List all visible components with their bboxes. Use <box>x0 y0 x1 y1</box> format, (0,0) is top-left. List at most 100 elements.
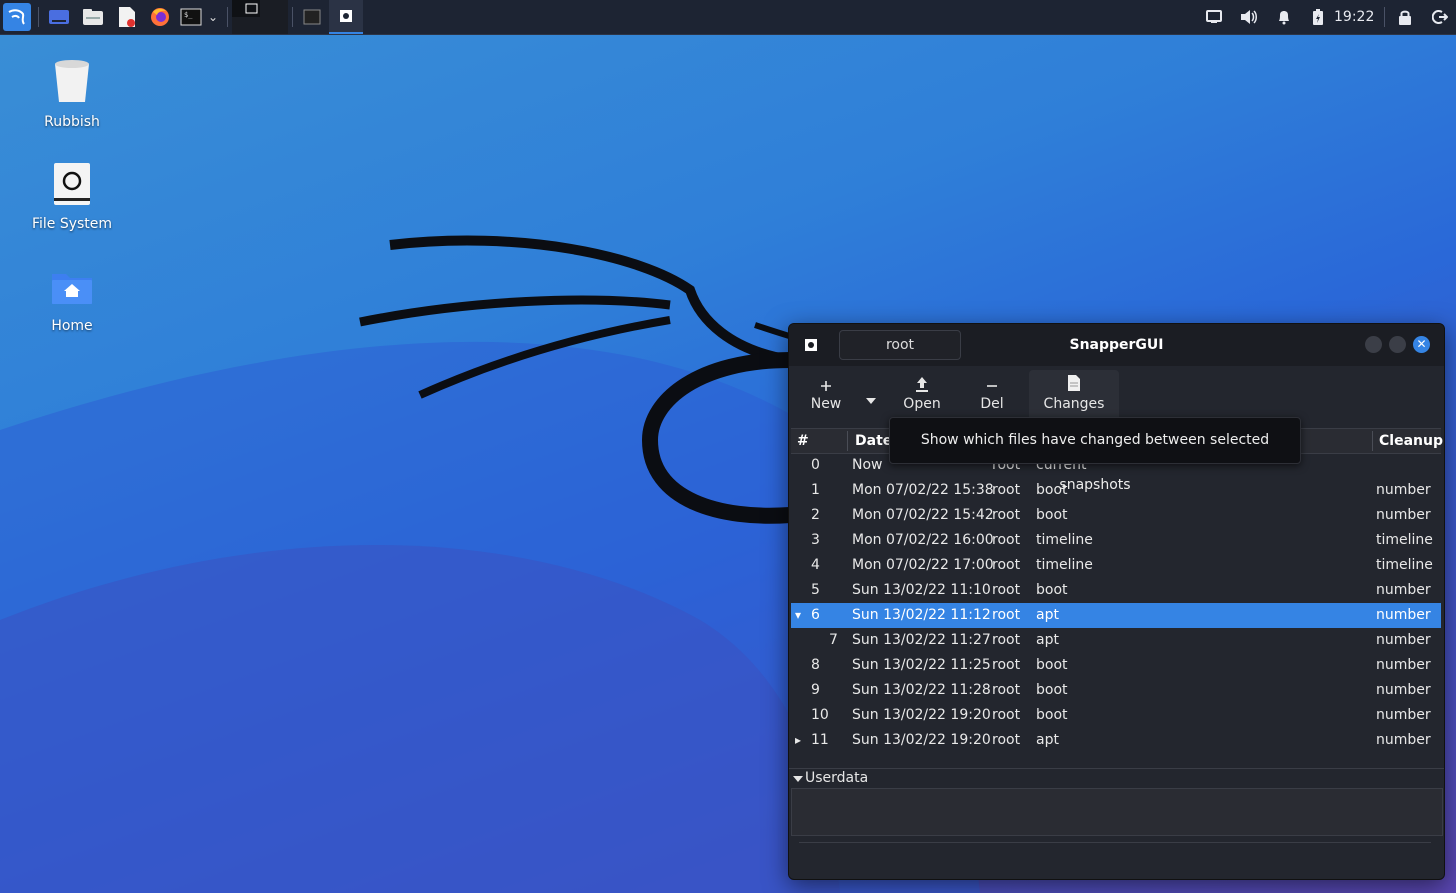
cell-user: root <box>992 707 1021 723</box>
lock-icon[interactable] <box>1393 0 1417 34</box>
cell-type: apt <box>1036 732 1059 748</box>
plus-icon <box>801 370 851 392</box>
userdata-label: Userdata <box>805 770 869 786</box>
volume-icon[interactable] <box>1237 0 1261 34</box>
cell-date: Sun 13/02/22 11:25 <box>852 657 991 673</box>
table-row[interactable]: 8 Sun 13/02/22 11:25 root boot number <box>791 653 1441 678</box>
cell-type: timeline <box>1036 532 1093 548</box>
cell-user: root <box>992 732 1021 748</box>
cell-num: 0 <box>811 457 820 473</box>
cell-cleanup: number <box>1376 482 1431 498</box>
cell-num: 1 <box>811 482 820 498</box>
table-row[interactable]: 7 Sun 13/02/22 11:27 root apt number <box>791 628 1441 653</box>
desktop-icon-home[interactable]: Home <box>17 268 127 334</box>
workspace-switcher[interactable] <box>232 0 288 34</box>
maximize-button[interactable] <box>1389 336 1406 353</box>
desktop-icon-label: Rubbish <box>44 114 100 130</box>
cell-num: 3 <box>811 532 820 548</box>
desktop-icon-label: File System <box>31 216 113 232</box>
taskbar-snappergui-button[interactable] <box>329 0 363 34</box>
column-header-date[interactable]: Date <box>855 429 892 453</box>
terminal-icon[interactable]: $_ <box>179 3 203 31</box>
cell-user: root <box>992 607 1021 623</box>
desktop-icon[interactable] <box>46 3 72 31</box>
column-header-cleanup[interactable]: Cleanup <box>1379 429 1443 453</box>
cell-num: 7 <box>829 632 838 648</box>
userdata-field[interactable] <box>791 788 1443 836</box>
table-row[interactable]: 4 Mon 07/02/22 17:00 root timeline timeline <box>791 553 1441 578</box>
open-button[interactable]: Open <box>897 370 947 422</box>
cell-cleanup: number <box>1376 507 1431 523</box>
cell-num: 5 <box>811 582 820 598</box>
cell-cleanup: number <box>1376 582 1431 598</box>
table-row[interactable]: 5 Sun 13/02/22 11:10 root boot number <box>791 578 1441 603</box>
userdata-expander[interactable]: Userdata <box>789 768 1444 789</box>
minimize-button[interactable] <box>1365 336 1382 353</box>
cell-type: apt <box>1036 632 1059 648</box>
trash-icon <box>17 58 127 108</box>
table-row[interactable]: ▾ 6 Sun 13/02/22 11:12 root apt number <box>791 603 1441 628</box>
cell-cleanup: timeline <box>1376 532 1433 548</box>
table-row[interactable]: 3 Mon 07/02/22 16:00 root timeline timeline <box>791 528 1441 553</box>
desktop-icon-file-system[interactable]: File System <box>17 162 127 232</box>
cell-cleanup: number <box>1376 682 1431 698</box>
title-bar[interactable]: root SnapperGUI ✕ <box>789 324 1444 366</box>
minus-icon <box>967 370 1017 392</box>
file-manager-icon[interactable] <box>80 3 106 31</box>
cell-type: boot <box>1036 582 1068 598</box>
table-row[interactable]: 9 Sun 13/02/22 11:28 root boot number <box>791 678 1441 703</box>
snappergui-window: root SnapperGUI ✕ New Open Del Changes #… <box>788 323 1445 880</box>
cell-num: 6 <box>811 607 820 623</box>
document-icon <box>1029 370 1119 392</box>
bell-icon[interactable] <box>1272 0 1296 34</box>
cell-type: timeline <box>1036 557 1093 573</box>
changes-button[interactable]: Changes <box>1029 370 1119 422</box>
cell-num: 2 <box>811 507 820 523</box>
cell-date: Mon 07/02/22 17:00 <box>852 557 994 573</box>
battery-icon[interactable] <box>1306 0 1330 34</box>
firefox-icon[interactable] <box>147 3 173 31</box>
cell-num: 4 <box>811 557 820 573</box>
chevron-down-icon <box>861 392 881 408</box>
logout-icon[interactable] <box>1428 0 1452 34</box>
row-expander[interactable]: ▾ <box>795 603 801 628</box>
cell-date: Mon 07/02/22 15:42 <box>852 507 994 523</box>
home-folder-icon <box>17 268 127 312</box>
window-title: SnapperGUI <box>1069 337 1164 353</box>
cell-num: 10 <box>811 707 829 723</box>
top-panel: $_ ⌄ 19:22 <box>0 0 1456 35</box>
cell-user: root <box>992 482 1021 498</box>
cell-num: 8 <box>811 657 820 673</box>
close-button[interactable]: ✕ <box>1413 336 1430 353</box>
cell-num: 9 <box>811 682 820 698</box>
cell-cleanup: timeline <box>1376 557 1433 573</box>
cell-date: Now <box>852 457 883 473</box>
column-header-num[interactable]: # <box>797 429 809 453</box>
chevron-down-icon[interactable]: ⌄ <box>205 3 221 31</box>
clock[interactable]: 19:22 <box>1334 0 1374 34</box>
new-dropdown-button[interactable] <box>861 370 881 422</box>
table-row[interactable]: ▸ 11 Sun 13/02/22 19:20 root apt number <box>791 728 1441 753</box>
cell-user: root <box>992 582 1021 598</box>
cell-date: Sun 13/02/22 11:27 <box>852 632 991 648</box>
screen-icon[interactable] <box>1202 0 1226 34</box>
taskbar-terminal-button[interactable] <box>300 3 324 31</box>
svg-text:$_: $_ <box>184 11 193 19</box>
desktop-icon-rubbish[interactable]: Rubbish <box>17 58 127 130</box>
cell-user: root <box>992 532 1021 548</box>
cell-cleanup: number <box>1376 707 1431 723</box>
cell-cleanup: number <box>1376 632 1431 648</box>
table-row[interactable]: 10 Sun 13/02/22 19:20 root boot number <box>791 703 1441 728</box>
cell-date: Sun 13/02/22 11:10 <box>852 582 991 598</box>
changes-tooltip: Show which files have changed between se… <box>889 417 1301 493</box>
kali-menu-icon[interactable] <box>3 3 31 31</box>
cell-cleanup: number <box>1376 657 1431 673</box>
upload-icon <box>897 370 947 392</box>
delete-button[interactable]: Del <box>967 370 1017 422</box>
new-button[interactable]: New <box>801 370 851 422</box>
cell-user: root <box>992 507 1021 523</box>
row-expander[interactable]: ▸ <box>795 728 801 753</box>
cell-type: boot <box>1036 707 1068 723</box>
cell-date: Mon 07/02/22 15:38 <box>852 482 994 498</box>
text-editor-icon[interactable] <box>114 3 140 31</box>
